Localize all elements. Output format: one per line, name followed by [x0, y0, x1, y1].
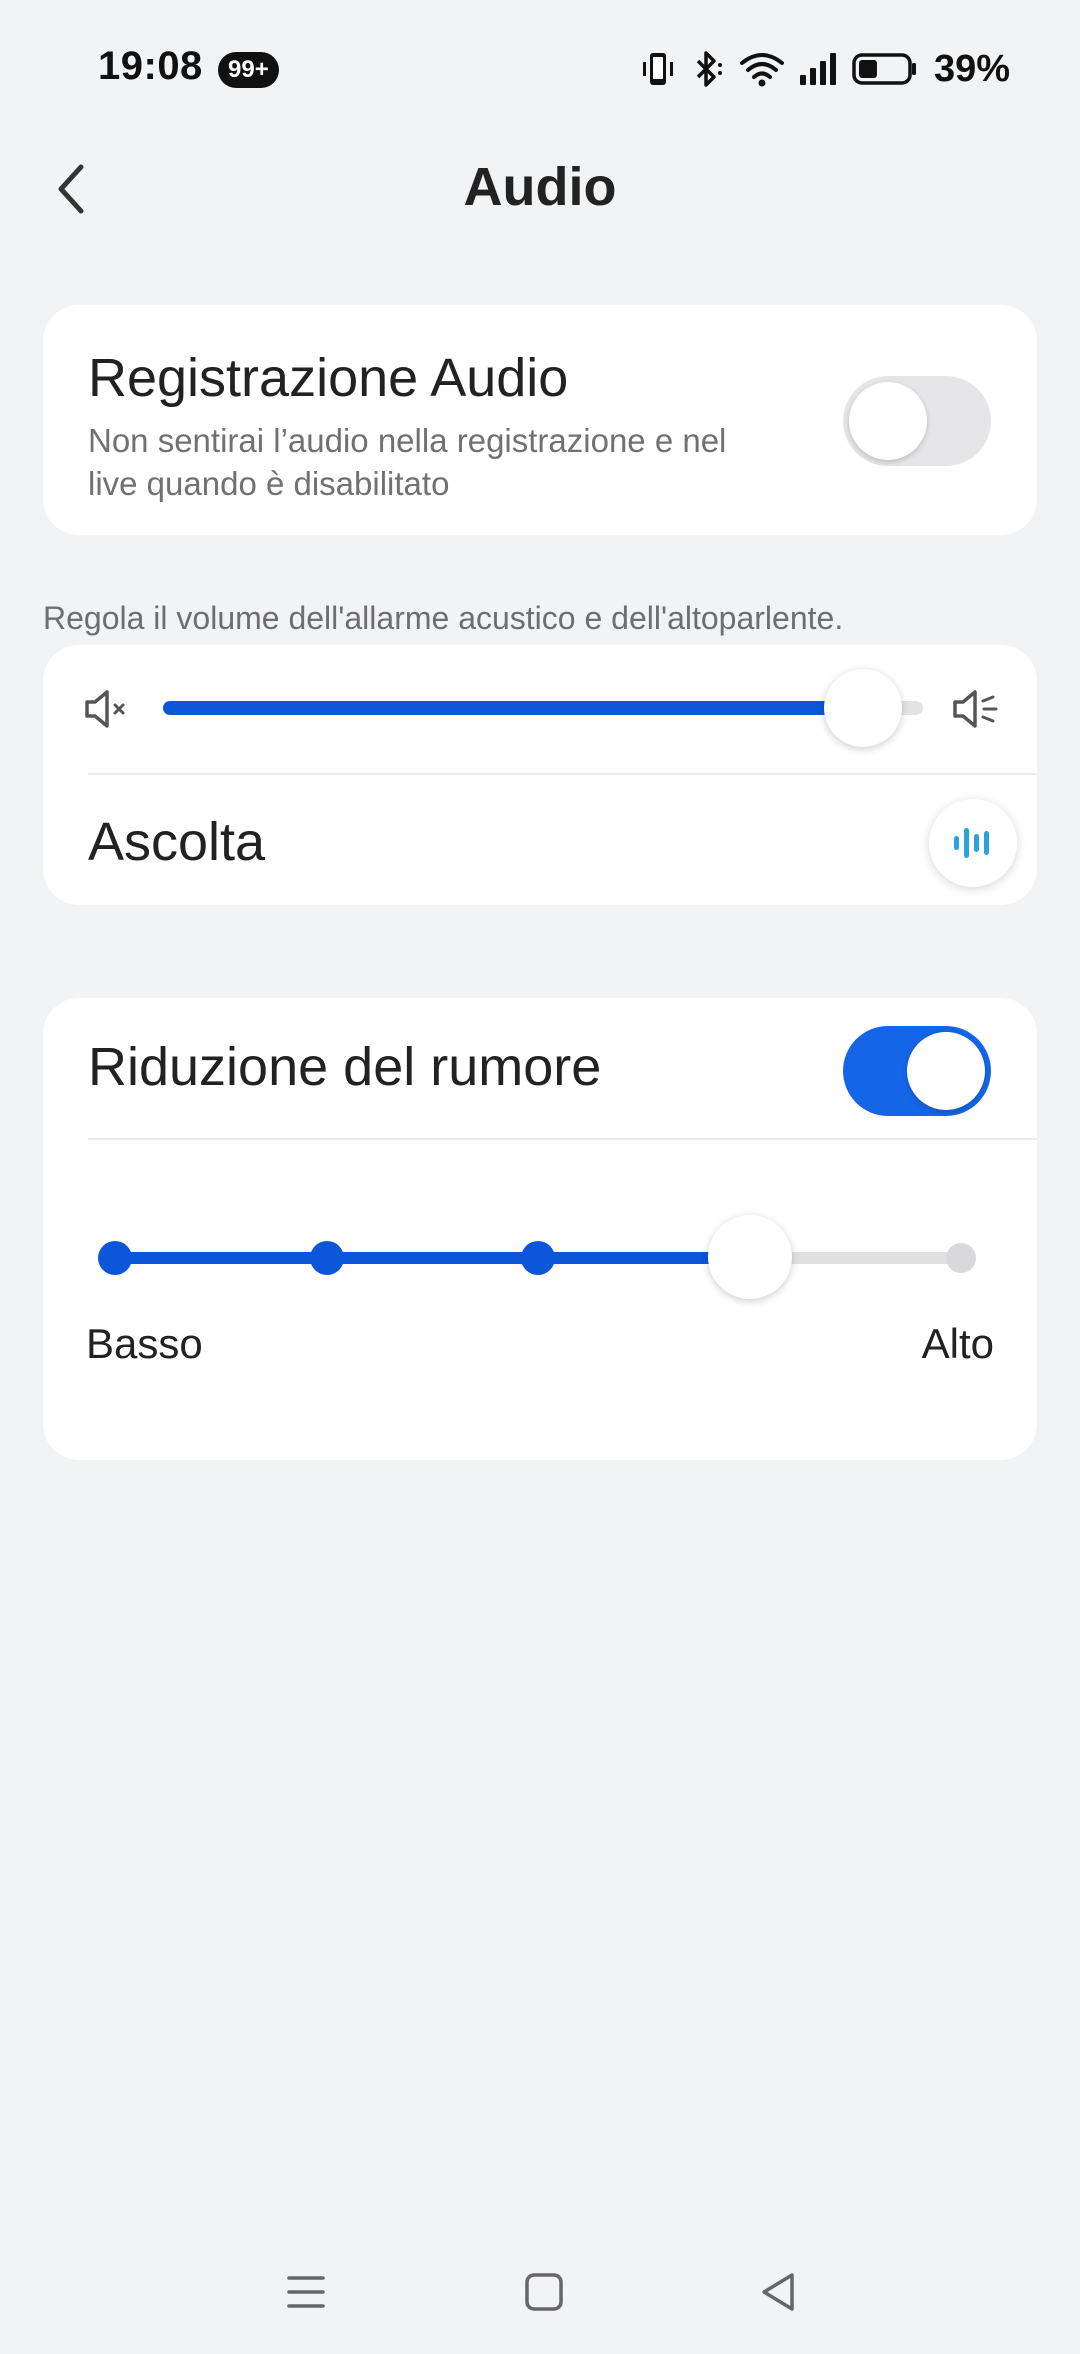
volume-row [43, 645, 1037, 775]
page-title: Audio [463, 157, 617, 217]
volume-slider-thumb[interactable] [824, 669, 902, 747]
volume-slider-fill [163, 701, 863, 715]
volume-hint: Regola il volume dell'allarme acustico e… [43, 600, 844, 636]
noise-level-slider[interactable] [98, 1215, 976, 1299]
listen-label: Ascolta [88, 812, 266, 872]
navigation-bar [0, 2240, 1080, 2340]
noise-level-step[interactable] [309, 1241, 344, 1275]
audio-recording-card: Registrazione Audio Non sentirai l’audio… [43, 305, 1037, 535]
home-button[interactable] [512, 2260, 576, 2324]
audio-recording-title: Registrazione Audio [88, 348, 569, 408]
bluetooth-icon [696, 51, 722, 87]
recent-apps-button[interactable] [274, 2260, 338, 2324]
system-back-button[interactable] [746, 2260, 810, 2324]
volume-card: Ascolta [43, 645, 1037, 905]
divider [88, 773, 1037, 775]
wifi-icon [739, 53, 784, 87]
noise-level-thumb[interactable] [707, 1215, 792, 1299]
noise-level-step[interactable] [98, 1241, 132, 1275]
divider [88, 1138, 1037, 1140]
sound-wave-icon [954, 828, 989, 858]
noise-level-high-label: Alto [921, 1320, 994, 1367]
status-icons: 39% [638, 46, 1010, 92]
audio-settings-screen: 19:08 99+ 39% Audio Registrazione Audio … [0, 0, 1080, 2354]
status-bar: 19:08 99+ 39% [0, 0, 1080, 140]
noise-level-fill [115, 1252, 750, 1264]
noise-reduction-title: Riduzione del rumore [88, 1037, 602, 1097]
vibrate-icon [642, 53, 673, 85]
header: Audio [0, 140, 1080, 240]
noise-level-step[interactable] [521, 1241, 555, 1275]
noise-reduction-card: Riduzione del rumore Basso Alto [43, 998, 1037, 1460]
audio-recording-description: Non sentirai l’audio nella registrazione… [88, 422, 727, 502]
back-triangle-icon [762, 2273, 794, 2311]
listen-button[interactable] [929, 799, 1017, 887]
notification-badge: 99+ [218, 52, 279, 88]
status-time: 19:08 [98, 44, 203, 88]
speaker-loud-icon [953, 690, 998, 728]
signal-icon [799, 53, 836, 85]
menu-icon [287, 2276, 325, 2308]
battery-percent: 39% [933, 47, 1010, 90]
noise-level-step[interactable] [946, 1243, 976, 1273]
volume-slider-track[interactable] [163, 669, 923, 747]
speaker-mute-icon [85, 690, 125, 728]
noise-reduction-toggle[interactable] [843, 1026, 991, 1116]
audio-recording-toggle[interactable] [843, 376, 991, 466]
toggle-knob [907, 1032, 985, 1110]
battery-icon [852, 53, 916, 85]
toggle-knob [849, 382, 927, 460]
noise-level-low-label: Basso [86, 1320, 203, 1367]
home-icon [525, 2273, 563, 2311]
